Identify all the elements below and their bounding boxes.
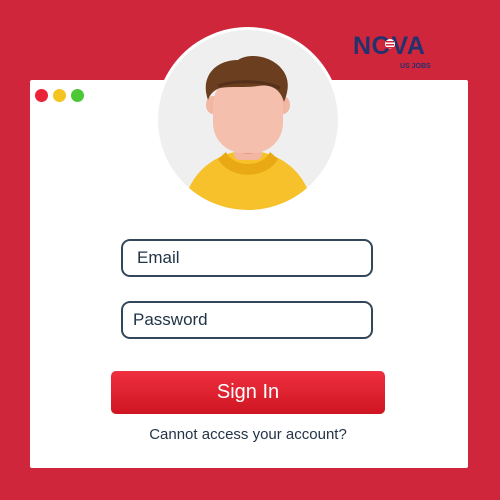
brand-tagline: US JOBS — [400, 63, 431, 70]
password-input[interactable] — [123, 310, 371, 330]
minimize-dot[interactable] — [53, 89, 66, 102]
nova-logo: NOVA US JOBS — [352, 32, 452, 72]
close-dot[interactable] — [35, 89, 48, 102]
sign-in-button[interactable]: Sign In — [111, 371, 385, 414]
window-controls — [35, 89, 84, 102]
user-avatar-icon — [158, 30, 338, 210]
email-field[interactable] — [121, 239, 373, 277]
password-field[interactable] — [121, 301, 373, 339]
maximize-dot[interactable] — [71, 89, 84, 102]
cannot-access-account-link[interactable]: Cannot access your account? — [0, 426, 496, 443]
avatar — [155, 27, 341, 213]
email-input[interactable] — [123, 248, 371, 268]
